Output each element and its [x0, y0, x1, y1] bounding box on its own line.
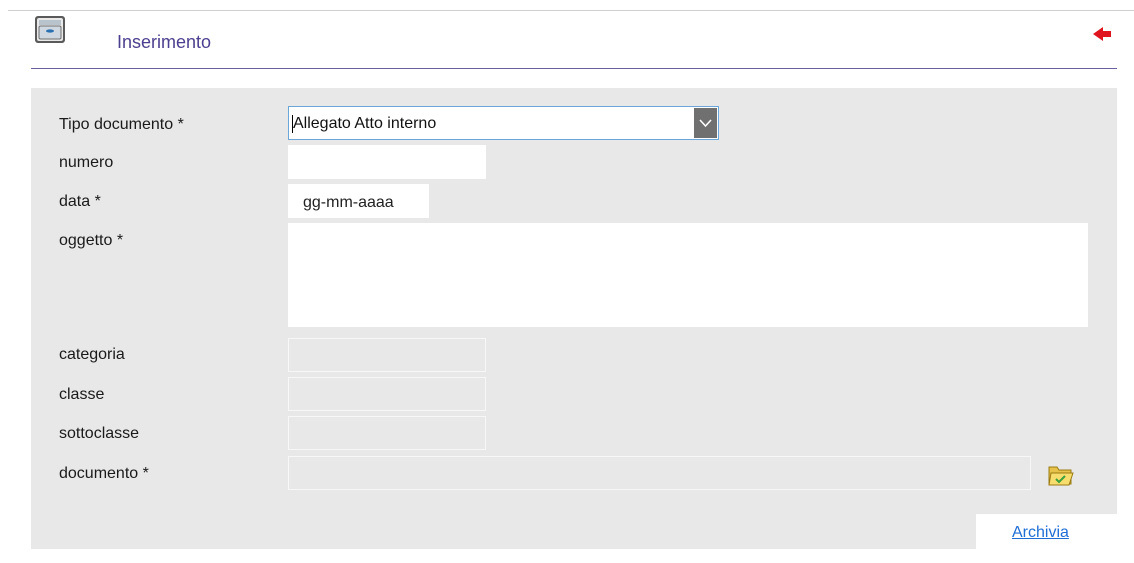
sottoclasse-label: sottoclasse	[59, 425, 140, 442]
numero-label: numero	[59, 154, 114, 171]
classe-input[interactable]	[288, 377, 486, 411]
oggetto-textarea[interactable]	[288, 223, 1088, 327]
chevron-down-icon	[699, 119, 712, 128]
red-arrow-left-icon[interactable]	[1091, 26, 1113, 42]
tipo-documento-value: Allegato Atto interno	[293, 115, 437, 132]
categoria-label: categoria	[59, 346, 125, 363]
archivia-link[interactable]: Archivia	[1012, 524, 1069, 542]
oggetto-label: oggetto *	[59, 232, 124, 249]
page-title: Inserimento	[117, 32, 212, 52]
categoria-input[interactable]	[288, 338, 486, 372]
documento-label: documento *	[59, 465, 149, 482]
data-placeholder: gg-mm-aaaa	[303, 194, 394, 211]
tipo-documento-label: Tipo documento *	[59, 116, 184, 133]
page-header: Inserimento	[31, 12, 1117, 68]
header-rule	[31, 68, 1117, 69]
dropdown-button[interactable]	[694, 108, 717, 138]
open-folder-icon[interactable]	[1047, 463, 1075, 487]
data-input[interactable]: gg-mm-aaaa	[288, 184, 429, 218]
classe-label: classe	[59, 386, 105, 403]
sottoclasse-input[interactable]	[288, 416, 486, 450]
numero-input[interactable]	[288, 145, 486, 179]
documento-input[interactable]	[288, 456, 1031, 490]
data-label: data *	[59, 193, 101, 210]
top-divider	[8, 10, 1134, 11]
tipo-documento-select[interactable]: Allegato Atto interno	[288, 106, 719, 140]
drawer-icon	[35, 16, 65, 43]
